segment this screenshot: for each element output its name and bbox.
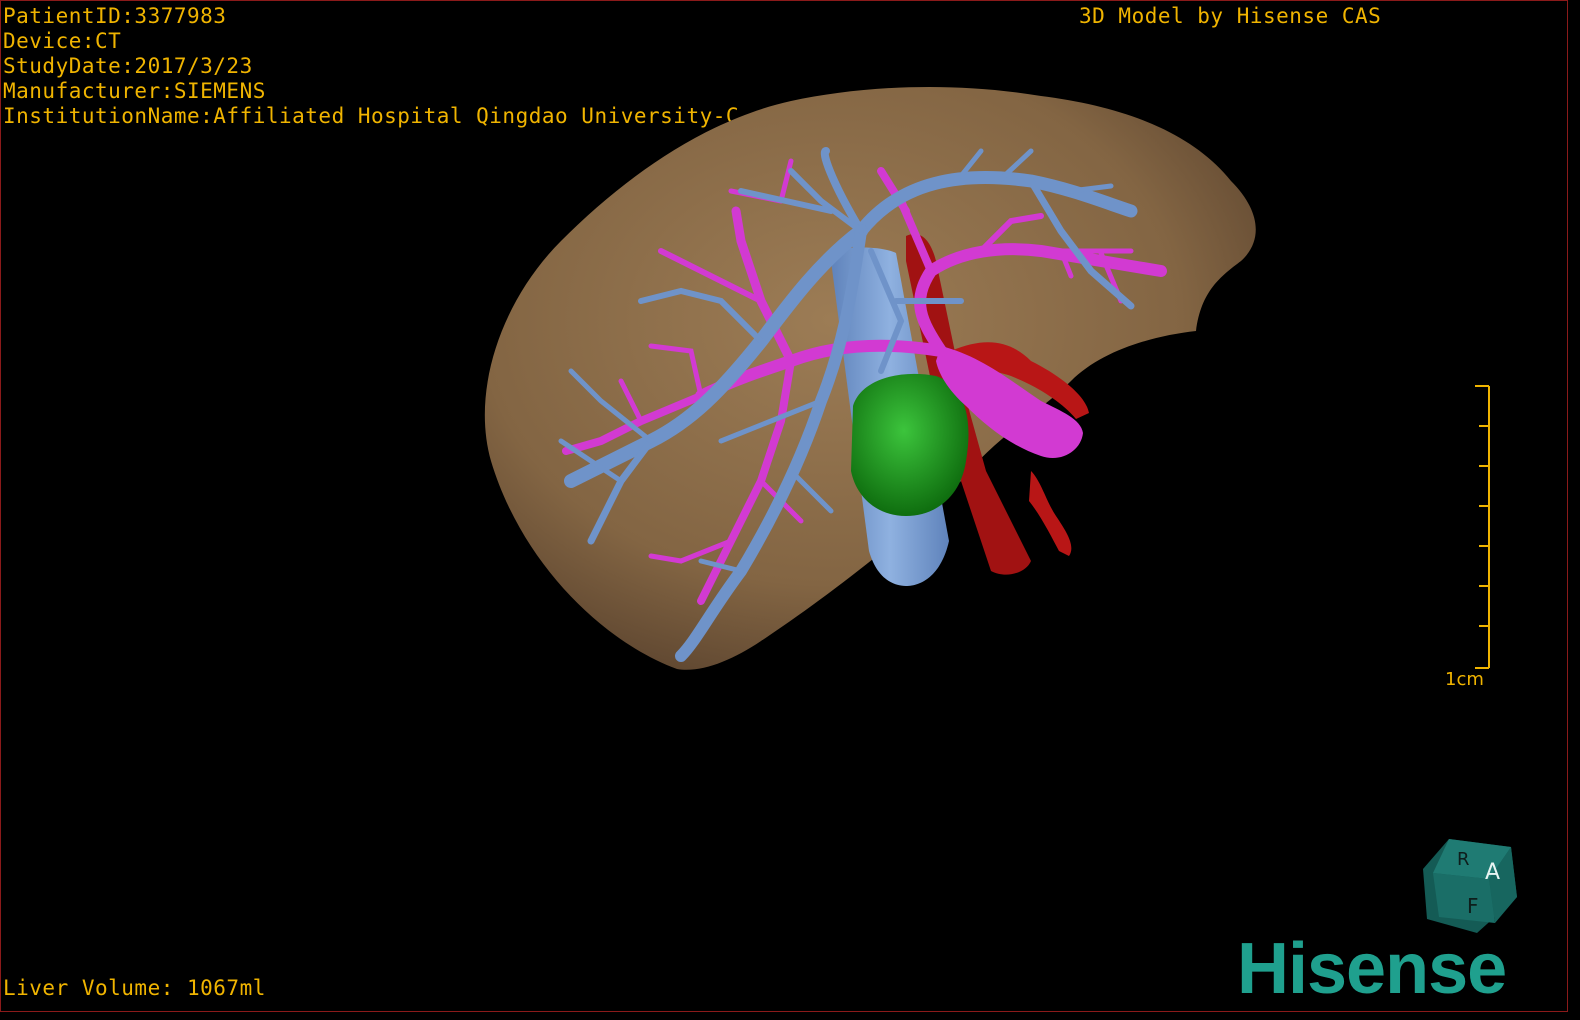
liver-3d-model[interactable] bbox=[1, 1, 1567, 1011]
cube-face-r: R bbox=[1457, 849, 1470, 870]
hisense-logo: Hisense bbox=[1237, 929, 1507, 1009]
3d-viewport[interactable]: PatientID:3377983 Device:CT StudyDate:20… bbox=[0, 0, 1568, 1012]
liver-volume-label: Liver Volume: 1067ml bbox=[3, 976, 266, 1000]
scale-bar bbox=[1475, 385, 1490, 669]
cube-face-f: F bbox=[1467, 894, 1479, 918]
cube-face-a: A bbox=[1485, 860, 1500, 885]
scale-bar-label: 1cm bbox=[1445, 669, 1484, 690]
gallbladder bbox=[851, 373, 969, 516]
orientation-cube[interactable]: R A F bbox=[1419, 837, 1523, 937]
artery-branch bbox=[1029, 471, 1072, 556]
